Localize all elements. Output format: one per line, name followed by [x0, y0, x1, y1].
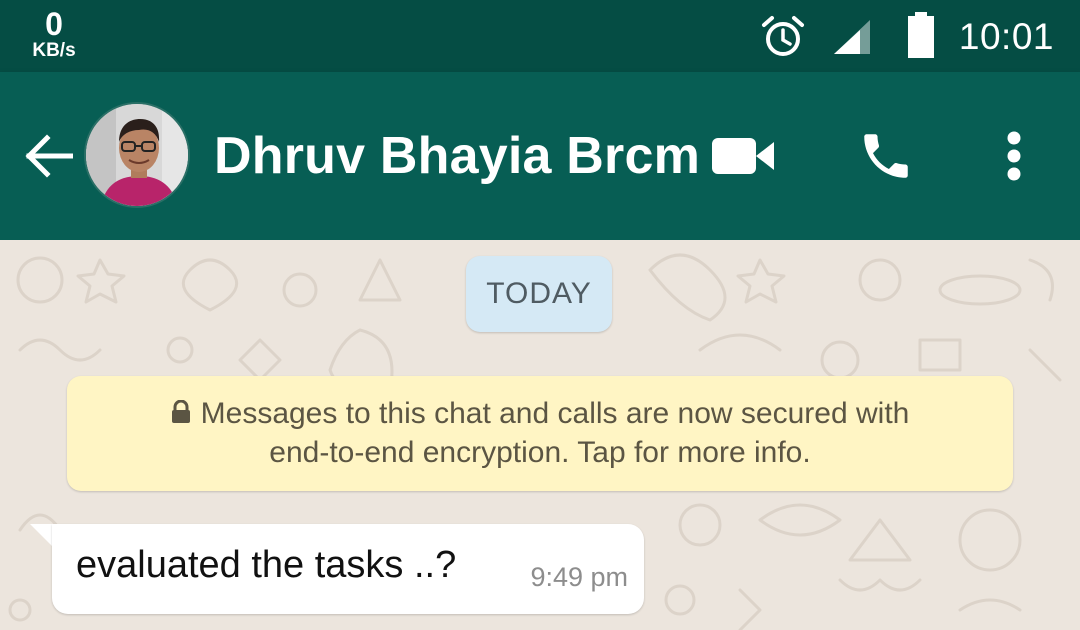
network-speed-unit: KB/s: [32, 40, 76, 61]
message-text: evaluated the tasks ..?: [76, 544, 457, 586]
network-speed-indicator: 0 KB/s: [26, 8, 82, 60]
message-tail: [30, 524, 54, 548]
more-options-icon: [1007, 131, 1021, 181]
contact-name[interactable]: Dhruv Bhayia Brcm: [214, 126, 700, 186]
voice-call-button[interactable]: [846, 120, 926, 192]
message-incoming[interactable]: evaluated the tasks ..? 9:49 pm: [30, 524, 644, 614]
encryption-notice-line2: end-to-end encryption. Tap for more info…: [269, 436, 811, 469]
message-time: 9:49 pm: [530, 562, 628, 592]
encryption-notice-line1: Messages to this chat and calls are now …: [200, 397, 910, 430]
back-button[interactable]: [20, 124, 76, 188]
network-speed-value: 0: [45, 6, 63, 42]
encryption-notice[interactable]: Messages to this chat and calls are now …: [67, 376, 1013, 491]
message-bubble[interactable]: evaluated the tasks ..? 9:49 pm: [52, 524, 644, 614]
video-call-icon: [712, 138, 774, 174]
battery-icon: [908, 12, 934, 58]
encryption-notice-line1-row: Messages to this chat and calls are now …: [67, 394, 1013, 433]
video-call-button[interactable]: [704, 122, 784, 190]
back-arrow-icon: [25, 134, 73, 178]
avatar[interactable]: [84, 102, 190, 208]
chat-header: Dhruv Bhayia Brcm: [0, 72, 1080, 240]
alarm-icon: [762, 16, 804, 56]
phone-call-icon: [864, 134, 908, 178]
date-divider: TODAY: [466, 256, 612, 332]
avatar-photo: [86, 104, 188, 206]
chat-area[interactable]: TODAY Messages to this chat and calls ar…: [0, 240, 1080, 630]
status-bar: 0 KB/s 10:01: [0, 0, 1080, 72]
more-options-button[interactable]: [990, 124, 1038, 188]
status-time: 10:01: [958, 16, 1054, 57]
lock-icon: [171, 400, 190, 423]
signal-icon: [834, 20, 870, 54]
